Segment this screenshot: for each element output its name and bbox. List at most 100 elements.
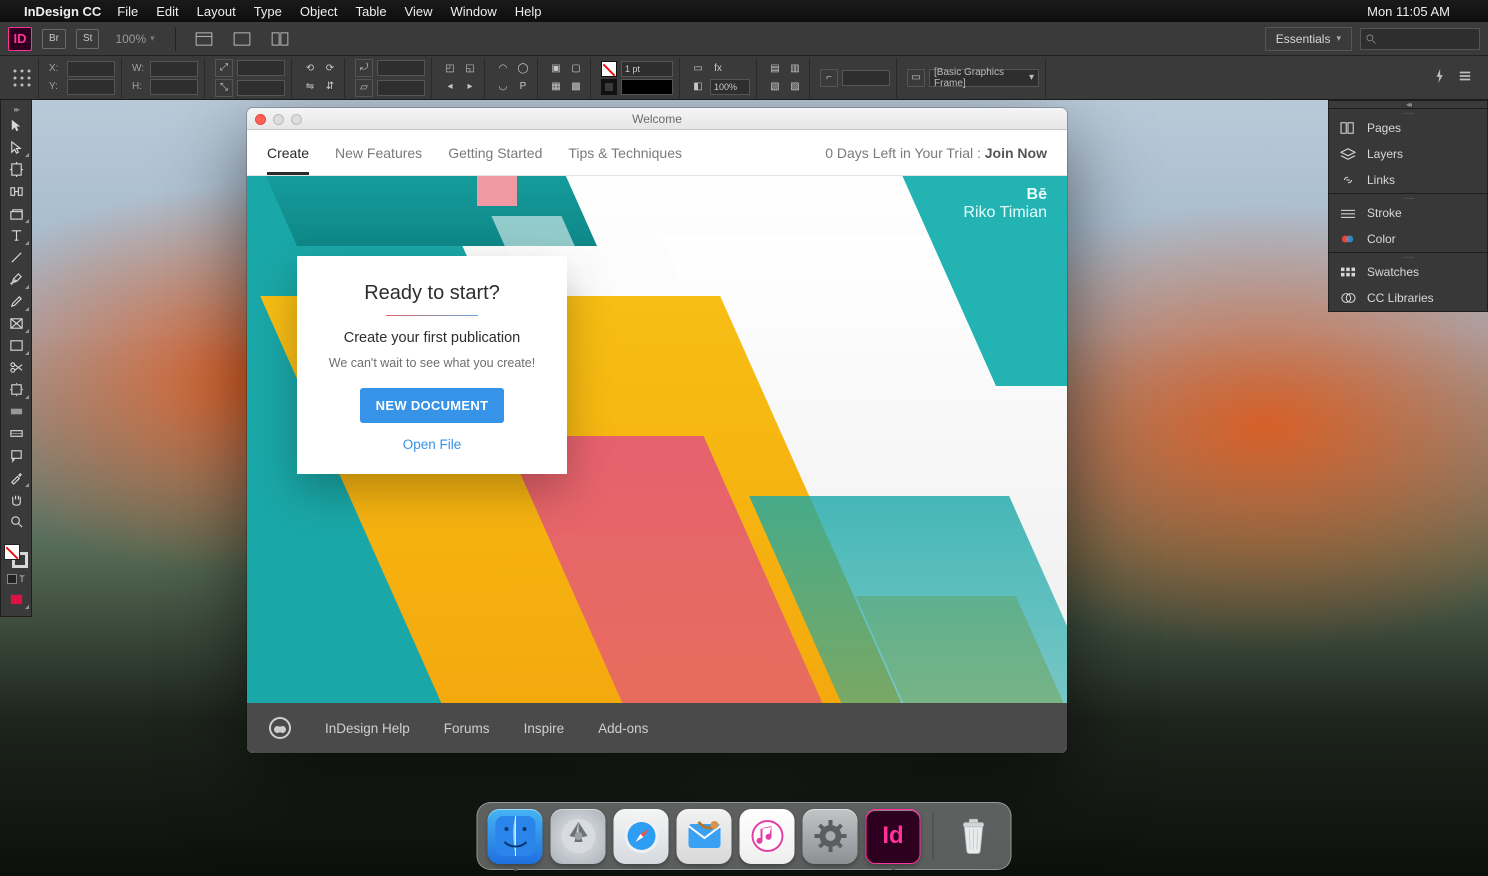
menu-edit[interactable]: Edit	[156, 4, 178, 19]
wrap-none-button[interactable]: ▤	[767, 61, 783, 77]
panel-pages[interactable]: Pages	[1329, 115, 1487, 141]
x-field[interactable]	[67, 61, 115, 77]
menu-type[interactable]: Type	[254, 4, 282, 19]
window-close-button[interactable]	[255, 114, 266, 125]
control-strip-menu-icon[interactable]	[1458, 69, 1472, 86]
rectangle-frame-tool[interactable]	[2, 312, 30, 334]
fit-frame-button[interactable]: ▢	[568, 61, 584, 77]
pencil-tool[interactable]	[2, 290, 30, 312]
window-minimize-button[interactable]	[273, 114, 284, 125]
convert-point-b-button[interactable]: P	[515, 79, 531, 95]
new-document-button[interactable]: NEW DOCUMENT	[360, 388, 505, 423]
menu-help[interactable]: Help	[515, 4, 542, 19]
dock-app-indesign[interactable]: Id	[866, 809, 921, 864]
gradient-feather-tool[interactable]	[2, 422, 30, 444]
wrap-shape-button[interactable]: ▧	[767, 79, 783, 95]
menu-view[interactable]: View	[405, 4, 433, 19]
shear-field[interactable]	[377, 80, 425, 96]
effects-button[interactable]: fx	[710, 61, 726, 77]
dock-app-system-preferences[interactable]	[803, 809, 858, 864]
menu-file[interactable]: File	[117, 4, 138, 19]
arrange-documents-button[interactable]	[266, 28, 294, 50]
dock-app-itunes[interactable]	[740, 809, 795, 864]
select-container-button[interactable]: ◰	[442, 61, 458, 77]
scissors-tool[interactable]	[2, 356, 30, 378]
gradient-swatch-tool[interactable]	[2, 400, 30, 422]
open-file-link[interactable]: Open File	[315, 437, 549, 452]
wrap-bbox-button[interactable]: ▥	[787, 61, 803, 77]
y-field[interactable]	[67, 79, 115, 95]
zoom-level-dropdown[interactable]: 100%	[115, 32, 154, 46]
note-tool[interactable]	[2, 444, 30, 466]
convert-shape-button[interactable]: ◯	[515, 61, 531, 77]
fill-stroke-toggle[interactable]	[2, 542, 30, 570]
round-corners-button[interactable]: ◠	[495, 61, 511, 77]
panel-cc-libraries[interactable]: CC Libraries	[1329, 285, 1487, 311]
dock-app-safari[interactable]	[614, 809, 669, 864]
content-collector-tool[interactable]	[2, 202, 30, 224]
stock-chip[interactable]: St	[76, 29, 99, 49]
w-field[interactable]	[150, 61, 198, 77]
panel-layers[interactable]: Layers	[1329, 141, 1487, 167]
stroke-style-field[interactable]	[621, 79, 673, 95]
menubar-clock[interactable]: Mon 11:05 AM	[1367, 4, 1450, 19]
menu-layout[interactable]: Layout	[197, 4, 236, 19]
fit-content-button[interactable]: ▣	[548, 61, 564, 77]
footer-link-inspire[interactable]: Inspire	[524, 721, 565, 736]
corner-icon[interactable]: ⌐	[820, 69, 838, 87]
window-zoom-button[interactable]	[291, 114, 302, 125]
flip-v-button[interactable]: ⇵	[322, 79, 338, 95]
join-now-link[interactable]: Join Now	[985, 145, 1047, 161]
fill-swatch-icon[interactable]	[601, 61, 617, 77]
page-tool[interactable]	[2, 158, 30, 180]
stroke-weight-field[interactable]: 1 pt	[621, 61, 673, 77]
wrap-jump-button[interactable]: ▨	[787, 79, 803, 95]
apply-color-row[interactable]: T	[2, 570, 30, 588]
tab-create[interactable]: Create	[267, 130, 309, 175]
scale-x-field[interactable]	[237, 60, 285, 76]
bridge-chip[interactable]: Br	[42, 29, 66, 49]
tab-getting-started[interactable]: Getting Started	[448, 130, 542, 175]
object-style-dropdown[interactable]: [Basic Graphics Frame]▾	[929, 69, 1039, 87]
select-prev-button[interactable]: ◂	[442, 79, 458, 95]
dock-trash[interactable]	[946, 809, 1001, 864]
type-tool[interactable]	[2, 224, 30, 246]
selection-tool[interactable]	[2, 114, 30, 136]
zoom-tool[interactable]	[2, 510, 30, 532]
menu-object[interactable]: Object	[300, 4, 338, 19]
pen-tool[interactable]	[2, 268, 30, 290]
stroke-swatch-icon[interactable]	[601, 79, 617, 95]
convert-point-a-button[interactable]: ◡	[495, 79, 511, 95]
right-dock-collapse-handle[interactable]	[1328, 100, 1488, 108]
h-field[interactable]	[150, 79, 198, 95]
footer-link-help[interactable]: InDesign Help	[325, 721, 410, 736]
eyedropper-tool[interactable]	[2, 466, 30, 488]
corner-size-field[interactable]	[842, 70, 890, 86]
help-search-input[interactable]	[1360, 28, 1480, 50]
flip-h-button[interactable]: ⇋	[302, 79, 318, 95]
tab-new-features[interactable]: New Features	[335, 130, 422, 175]
panel-color[interactable]: Color	[1329, 226, 1487, 252]
rotate-ccw-button[interactable]: ⟲	[302, 61, 318, 77]
dock-app-mail[interactable]	[677, 809, 732, 864]
screen-mode-tool[interactable]	[2, 588, 30, 610]
panel-stroke[interactable]: Stroke	[1329, 200, 1487, 226]
quick-apply-button[interactable]	[1434, 69, 1448, 86]
tools-panel-collapse-handle[interactable]	[1, 104, 31, 114]
rotate-cw-button[interactable]: ⟳	[322, 61, 338, 77]
center-content-button[interactable]: ▦	[548, 79, 564, 95]
screen-mode-button[interactable]	[228, 28, 256, 50]
view-options-button[interactable]	[190, 28, 218, 50]
auto-fit-button[interactable]: ▩	[568, 79, 584, 95]
dock-app-finder[interactable]	[488, 809, 543, 864]
opacity-field[interactable]: 100%	[710, 79, 750, 95]
hand-tool[interactable]	[2, 488, 30, 510]
menu-window[interactable]: Window	[451, 4, 497, 19]
select-next-button[interactable]: ▸	[462, 79, 478, 95]
workspace-switcher[interactable]: Essentials	[1265, 27, 1352, 51]
direct-selection-tool[interactable]	[2, 136, 30, 158]
welcome-titlebar[interactable]: Welcome	[247, 108, 1067, 130]
menu-table[interactable]: Table	[355, 4, 386, 19]
footer-link-forums[interactable]: Forums	[444, 721, 490, 736]
scale-y-field[interactable]	[237, 80, 285, 96]
